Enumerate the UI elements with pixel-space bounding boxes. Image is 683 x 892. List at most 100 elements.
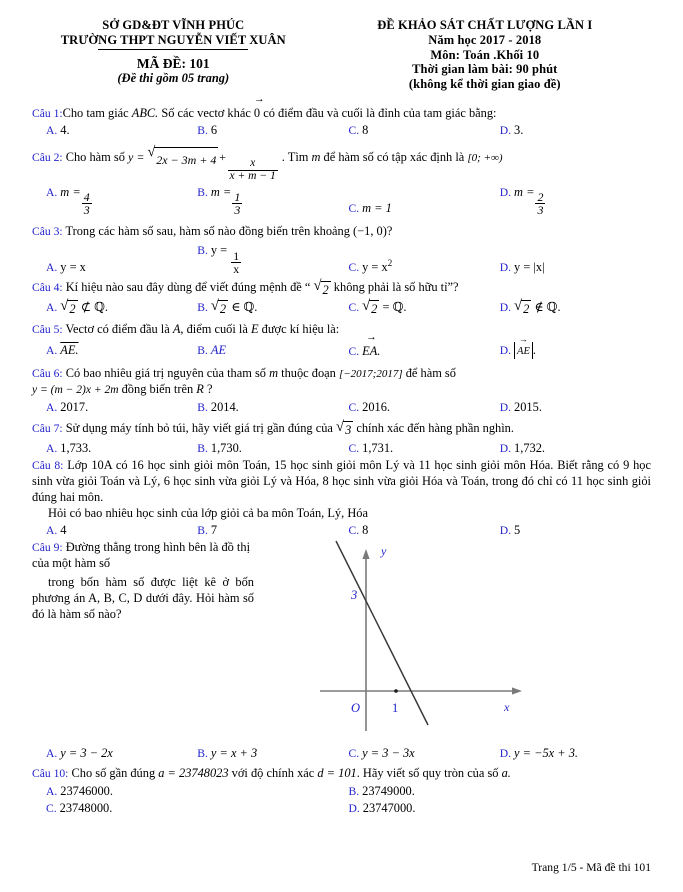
option-text: m = 1 3 — [211, 184, 243, 217]
sqrt-three-symbol: √ 3 — [336, 420, 354, 439]
subject-grade: Môn: Toán .Khối 10 — [430, 47, 540, 62]
question-6-text-d: đồng biến trên — [118, 381, 197, 396]
question-6-text-b: thuộc đoạn — [278, 365, 339, 380]
option-letter: A. — [46, 784, 58, 798]
option-8-a[interactable]: A. 4 — [46, 522, 197, 538]
option-9-d[interactable]: D. y = −5x + 3. — [500, 745, 651, 761]
x-tick-label: 1 — [392, 701, 398, 715]
option-text: 4. — [60, 122, 70, 137]
option-letter: D. — [499, 185, 512, 199]
question-9-body1: Đường thẳng trong hình bên là đồ thị — [65, 540, 251, 555]
option-7-b[interactable]: B. 1,730. — [197, 440, 348, 456]
question-1-triangle: ABC. — [131, 105, 159, 120]
question-1-options: A. 4. B. 6 C. 8 D. 3. — [32, 122, 651, 138]
option-4-b[interactable]: B. √ 2 ∈ ℚ. — [197, 298, 348, 318]
question-2-options: A. m = 4 3 B. m = 1 3 C. m = 1 D. m = 2 3 — [32, 184, 651, 217]
option-lhs: y = x — [362, 259, 388, 274]
question-10-avar: a. — [501, 766, 511, 781]
option-text: y = x — [60, 259, 86, 274]
option-5-a[interactable]: A. AE. — [46, 342, 197, 359]
fraction-denominator: 3 — [535, 203, 546, 218]
option-1-b[interactable]: B. 6 — [197, 122, 348, 138]
option-letter: A. — [46, 747, 58, 761]
question-6-formula-line: y = (m − 2)x + 2m đồng biến trên R ? — [32, 381, 651, 398]
option-var: m = — [210, 184, 232, 199]
document-header: SỞ GD&ĐT VĨNH PHÚC TRƯỜNG THPT NGUYỄN VI… — [0, 0, 683, 92]
option-6-a[interactable]: A. 2017. — [46, 399, 197, 415]
option-10-b[interactable]: B. 23749000. — [349, 783, 652, 799]
zero-vector-symbol: 0 — [254, 95, 260, 121]
question-7-text-a: Sử dụng máy tính bỏ túi, hãy viết giá tr… — [65, 421, 337, 436]
x-axis-label: x — [503, 700, 510, 714]
radicand: 2 — [369, 300, 380, 317]
option-6-c[interactable]: C. 2016. — [349, 399, 500, 415]
option-letter: A. — [46, 400, 58, 414]
option-4-d[interactable]: D. √ 2 ∉ ℚ. — [500, 298, 651, 318]
option-1-d[interactable]: D. 3. — [500, 122, 651, 138]
option-letter: A. — [46, 524, 58, 538]
question-10-label: Câu 10: — [32, 767, 69, 781]
option-1-a[interactable]: A. 4. — [46, 122, 197, 138]
question-10-text-c: . Hãy viết số quy tròn của số — [356, 766, 502, 781]
question-1-text-c: Số các vectơ khác — [158, 105, 254, 120]
question-9-line1: Câu 9: Đường thẳng trong hình bên là đồ … — [32, 539, 254, 555]
option-9-a[interactable]: A. y = 3 − 2x — [46, 745, 197, 761]
option-letter: A. — [46, 123, 58, 137]
precision-value: d = 101 — [317, 766, 357, 781]
question-6: Câu 6: Có bao nhiêu giá trị nguyên của t… — [32, 365, 651, 415]
question-5-text-a: Vectơ có điểm đầu là — [65, 322, 173, 337]
question-1-text-e: có điểm đầu và cuối là đỉnh của tam giác… — [260, 105, 497, 120]
option-letter: D. — [499, 260, 512, 274]
option-10-c[interactable]: C. 23748000. — [46, 800, 349, 816]
option-9-b[interactable]: B. y = x + 3 — [197, 745, 348, 761]
option-10-d[interactable]: D. 23747000. — [349, 800, 652, 816]
option-text: 6 — [210, 122, 218, 137]
header-right-block: ĐỀ KHẢO SÁT CHẤT LƯỢNG LẦN I Năm học 201… — [317, 18, 653, 92]
sqrt-two-symbol: √ 2 — [362, 298, 380, 318]
question-5: Câu 5: Vectơ có điểm đầu là A, điểm cuối… — [32, 321, 651, 360]
question-6-text-e: ? — [203, 381, 213, 396]
option-9-c[interactable]: C. y = 3 − 3x — [349, 745, 500, 761]
option-text: AE. — [514, 336, 536, 360]
option-2-a[interactable]: A. m = 4 3 — [46, 184, 197, 217]
option-4-a[interactable]: A. √ 2 ⊄ ℚ. — [46, 298, 197, 318]
option-text: 2015. — [514, 399, 542, 414]
option-7-a[interactable]: A. 1,733. — [46, 440, 197, 456]
option-4-c[interactable]: C. √ 2 = ℚ. — [349, 298, 500, 318]
option-letter: B. — [197, 344, 208, 358]
option-6-b[interactable]: B. 2014. — [197, 399, 348, 415]
option-6-d[interactable]: D. 2015. — [500, 399, 651, 415]
option-letter: B. — [197, 185, 208, 199]
option-1-c[interactable]: C. 8 — [349, 122, 500, 138]
question-9-options: A. y = 3 − 2x B. y = x + 3 C. y = 3 − 3x… — [32, 745, 651, 761]
option-3-b[interactable]: B. y = 1x — [197, 242, 348, 275]
question-5-text: Câu 5: Vectơ có điểm đầu là A, điểm cuối… — [32, 321, 651, 337]
question-4-label: Câu 4: — [32, 281, 63, 295]
option-5-b[interactable]: B. AE — [197, 342, 348, 359]
option-10-a[interactable]: A. 23746000. — [46, 783, 349, 799]
vector-ae: AE — [517, 336, 530, 359]
option-5-c[interactable]: C. EA. — [349, 333, 500, 359]
option-5-d[interactable]: D. AE. — [500, 336, 651, 360]
option-7-c[interactable]: C. 1,731. — [349, 440, 500, 456]
option-text: 8 — [362, 122, 369, 137]
question-8-subtext: Hỏi có bao nhiêu học sinh của lớp giỏi c… — [32, 505, 651, 521]
option-3-c[interactable]: C. y = x2 — [349, 258, 500, 275]
option-3-a[interactable]: A. y = x — [46, 259, 197, 275]
option-letter: C. — [46, 801, 57, 815]
question-4: Câu 4: Kí hiệu nào sau đây dùng để viết … — [32, 279, 651, 317]
option-2-c[interactable]: C. m = 1 — [349, 200, 500, 216]
header-divider — [98, 48, 249, 50]
option-text: 23749000. — [362, 783, 415, 798]
radicand: 2 — [521, 300, 532, 317]
question-3: Câu 3: Trong các hàm số sau, hàm số nào … — [32, 223, 651, 275]
question-10-text-a: Cho số gần đúng — [71, 766, 159, 781]
option-2-b[interactable]: B. m = 1 3 — [197, 184, 348, 217]
option-2-d[interactable]: D. m = 2 3 — [500, 184, 651, 217]
option-letter: C. — [348, 400, 360, 414]
sqrt-two-symbol: √ 2 — [313, 279, 331, 298]
option-3-d[interactable]: D. y = |x| — [500, 259, 651, 275]
option-7-d[interactable]: D. 1,732. — [500, 440, 651, 456]
question-1-label: Câu 1: — [32, 106, 63, 120]
option-formula: y = −5x + 3 — [514, 746, 575, 761]
